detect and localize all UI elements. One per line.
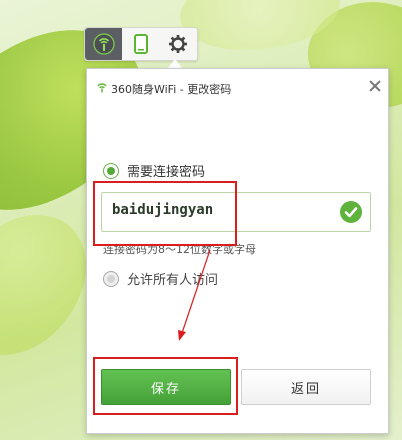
annotation-arrow bbox=[178, 249, 211, 341]
